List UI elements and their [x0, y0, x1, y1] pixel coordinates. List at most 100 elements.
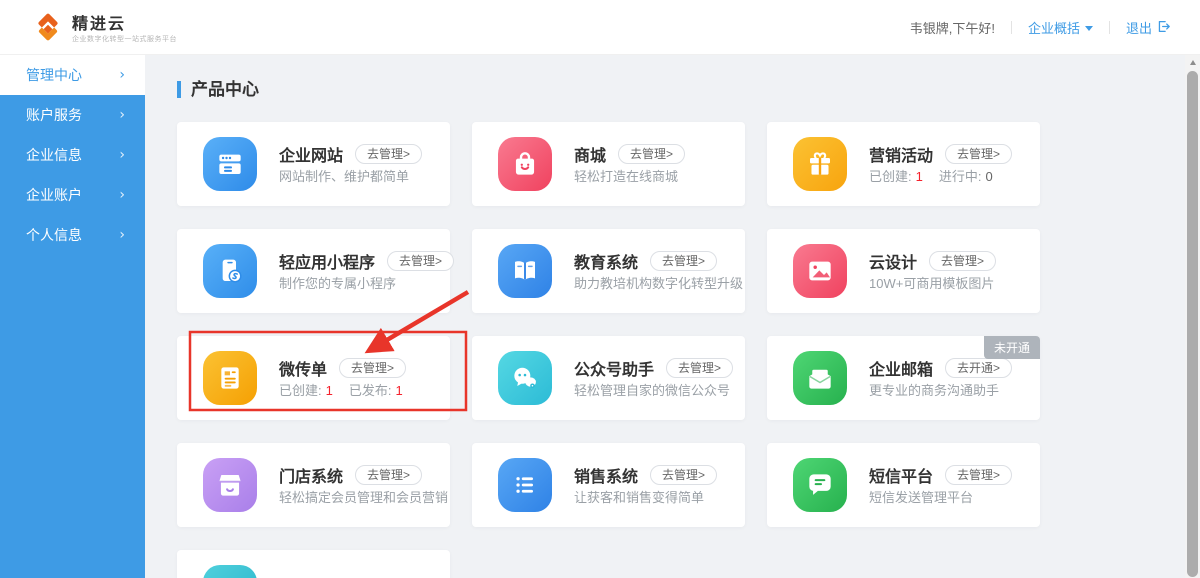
manage-button[interactable]: 去管理> [929, 251, 997, 271]
top-header: 精进云 企业数字化转型一站式服务平台 韦银牌,下午好! 企业概括 退出 [0, 0, 1200, 55]
product-title: 销售系统 [574, 469, 639, 486]
product-desc: 轻松搞定会员管理和会员营销 [279, 490, 449, 505]
product-card: 门店系统 去管理> 轻松搞定会员管理和会员营销 [177, 443, 450, 527]
product-desc: 更专业的商务沟通助手 [869, 383, 1000, 398]
stat-value: 1 [915, 169, 923, 184]
product-title: 公众号助手 [574, 362, 655, 379]
chevron-right-icon: › [119, 67, 125, 83]
header-divider [1108, 21, 1110, 34]
stat-label: 已创建: [279, 383, 322, 398]
product-card: 营销活动 去管理> 已创建: 1 进行中: 0 [767, 122, 1040, 206]
product-card: 商城 去管理> 轻松打造在线商城 [472, 122, 745, 206]
product-title: 企业邮箱 [869, 362, 934, 379]
scroll-up-icon [1189, 60, 1196, 65]
stat-value: 1 [325, 383, 333, 398]
page-title: 产品中心 [177, 81, 259, 98]
product-desc: 轻松管理自家的微信公众号 [574, 383, 731, 398]
sms-icon [793, 458, 847, 512]
sidebar-nav: 管理中心 › 账户服务 › 企业信息 › 企业账户 › 个人信息 › [0, 55, 145, 578]
product-card: 短信平台 去管理> 短信发送管理平台 [767, 443, 1040, 527]
product-card: 微传单 去管理> 已创建: 1 已发布: 1 [177, 336, 450, 420]
product-title: 云设计 [869, 255, 918, 272]
logout-icon [1157, 20, 1170, 36]
shopping-bag-icon [498, 137, 552, 191]
product-desc: 已创建: 1 进行中: 0 [869, 169, 1009, 184]
manage-button[interactable]: 去管理> [339, 358, 407, 378]
sidebar-item-label: 个人信息 [26, 227, 82, 243]
product-card: 轻应用小程序 去管理> 制作您的专属小程序 [177, 229, 455, 313]
product-desc: 助力教培机构数字化转型升级 [574, 276, 744, 291]
product-title: 微传单 [279, 362, 328, 379]
miniprogram-icon [203, 244, 257, 298]
scroll-up-button[interactable] [1185, 55, 1200, 70]
sidebar-item-4[interactable]: 个人信息 › [0, 215, 145, 255]
product-title: 企业网站 [279, 148, 344, 165]
vertical-scrollbar[interactable] [1185, 55, 1200, 578]
scrollbar-thumb[interactable] [1187, 71, 1198, 577]
stat-label: 已发布: [348, 383, 392, 398]
stat-value: 0 [985, 169, 993, 184]
product-title: 营销活动 [869, 148, 934, 165]
product-card: 云设计 去管理> 10W+可商用模板图片 [767, 229, 1040, 313]
manage-button[interactable]: 去管理> [650, 251, 718, 271]
sidebar-item-label: 管理中心 [26, 67, 82, 83]
header-divider [1010, 21, 1012, 34]
stat-label: 已创建: [869, 169, 912, 184]
list-icon [498, 458, 552, 512]
product-card: 教育系统 去管理> 助力教培机构数字化转型升级 [472, 229, 745, 313]
chevron-right-icon: › [119, 187, 125, 203]
wechat-icon [498, 351, 552, 405]
product-title: 教育系统 [574, 255, 639, 272]
product-desc: 让获客和销售变得简单 [574, 490, 705, 505]
sidebar-item-3[interactable]: 企业账户 › [0, 175, 145, 215]
product-desc: 轻松打造在线商城 [574, 169, 679, 184]
manage-button[interactable]: 去管理> [945, 144, 1013, 164]
sidebar-item-label: 企业信息 [26, 147, 82, 163]
chevron-down-icon [1084, 26, 1093, 31]
product-desc: 制作您的专属小程序 [279, 276, 397, 291]
manage-button[interactable]: 去管理> [650, 465, 718, 485]
chevron-right-icon: › [119, 147, 125, 163]
product-card: 域名管理 去管理> [177, 550, 450, 578]
product-card: 公众号助手 去管理> 轻松管理自家的微信公众号 [472, 336, 745, 420]
chevron-right-icon: › [119, 107, 125, 123]
sidebar-item-2[interactable]: 企业信息 › [0, 135, 145, 175]
manage-button[interactable]: 去管理> [945, 465, 1013, 485]
sidebar-item-0[interactable]: 管理中心 › [0, 55, 145, 95]
manage-button[interactable]: 去管理> [355, 144, 423, 164]
manage-button[interactable]: 去开通> [945, 358, 1013, 378]
product-desc: 已创建: 1 已发布: 1 [279, 383, 419, 398]
status-badge: 未开通 [983, 336, 1040, 359]
user-greeting: 韦银牌,下午好! [909, 21, 995, 36]
main-content: 产品中心 企业网站 去管理> 网站制作、维护都简单 商城 去管理> 轻松打造在线… [145, 55, 1185, 578]
stat-label: 进行中: [938, 169, 982, 184]
image-icon [793, 244, 847, 298]
manage-button[interactable]: 去管理> [618, 144, 686, 164]
brand-name: 精进云 [72, 15, 127, 33]
book-icon [498, 244, 552, 298]
flyer-icon [203, 351, 257, 405]
chevron-right-icon: › [119, 227, 125, 243]
product-desc: 网站制作、维护都简单 [279, 169, 410, 184]
brand-tagline: 企业数字化转型一站式服务平台 [72, 35, 177, 43]
browser-icon [203, 137, 257, 191]
sidebar-item-label: 账户服务 [26, 107, 82, 123]
product-card: 销售系统 去管理> 让获客和销售变得简单 [472, 443, 745, 527]
logo-diamond-icon [32, 11, 64, 48]
logout-button[interactable]: 退出 [1126, 18, 1170, 37]
product-title: 门店系统 [279, 469, 344, 486]
manage-button[interactable]: 去管理> [355, 465, 423, 485]
manage-button[interactable]: 去管理> [666, 358, 734, 378]
product-title: 轻应用小程序 [279, 255, 376, 272]
product-desc: 短信发送管理平台 [869, 490, 974, 505]
store-icon [203, 458, 257, 512]
product-card: 企业网站 去管理> 网站制作、维护都简单 [177, 122, 450, 206]
product-desc: 10W+可商用模板图片 [869, 276, 995, 291]
gift-icon [793, 137, 847, 191]
enterprise-overview-dropdown[interactable]: 企业概括 [1028, 18, 1093, 37]
stat-value: 1 [395, 383, 403, 398]
manage-button[interactable]: 去管理> [387, 251, 455, 271]
product-grid: 企业网站 去管理> 网站制作、维护都简单 商城 去管理> 轻松打造在线商城 营销… [177, 122, 1040, 578]
sidebar-item-label: 企业账户 [26, 187, 82, 203]
sidebar-item-1[interactable]: 账户服务 › [0, 95, 145, 135]
